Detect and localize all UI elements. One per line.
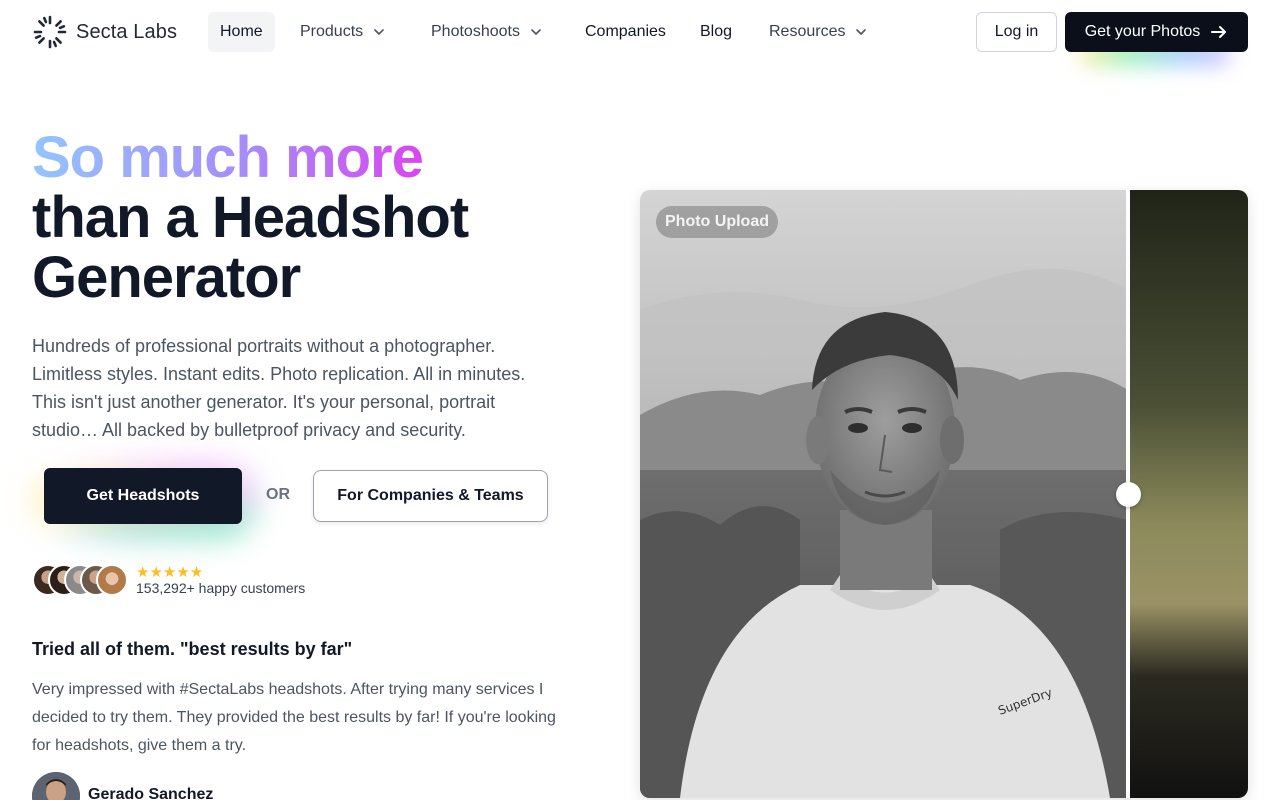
photo-upload-badge: Photo Upload: [656, 206, 778, 238]
chevron-down-icon: [856, 29, 867, 35]
generated-photo: [1130, 190, 1248, 798]
uploaded-photo: SuperDry: [640, 190, 1128, 798]
companies-teams-button[interactable]: For Companies & Teams: [313, 470, 548, 522]
nav-products-label: Products: [300, 23, 364, 40]
get-photos-label: Get your Photos: [1084, 23, 1201, 40]
spinner-logo-icon: [33, 15, 67, 49]
testimonial-author: Gerado Sanchez: [88, 786, 214, 800]
hero-title-line2: than a Headshot: [32, 185, 469, 250]
nav-resources[interactable]: Resources: [757, 12, 879, 52]
chevron-down-icon: [531, 29, 541, 35]
author-portrait-icon: [32, 772, 80, 800]
nav-products[interactable]: Products: [288, 12, 397, 52]
brand-logo[interactable]: Secta Labs: [32, 14, 177, 50]
login-button[interactable]: Log in: [976, 12, 1057, 52]
testimonial-title: Tried all of them. "best results by far": [32, 639, 353, 659]
top-nav: Secta Labs Home Products Photoshoots Com…: [0, 0, 1280, 66]
get-photos-button[interactable]: Get your Photos: [1065, 12, 1248, 52]
author-avatar: [32, 772, 80, 800]
or-separator: OR: [266, 486, 290, 503]
nav-companies-label: Companies: [585, 23, 666, 40]
nav-resources-label: Resources: [769, 23, 846, 40]
nav-photoshoots-label: Photoshoots: [431, 23, 520, 40]
comparison-slider-handle[interactable]: [1116, 482, 1141, 507]
avatar: [96, 564, 128, 596]
testimonial-body: Very impressed with #SectaLabs headshots…: [32, 681, 556, 754]
hero-title-gradient: So much more: [32, 125, 424, 190]
nav-home-label: Home: [220, 23, 263, 40]
nav-blog-label: Blog: [700, 23, 733, 40]
nav-home[interactable]: Home: [208, 12, 275, 52]
brand-name: Secta Labs: [76, 20, 178, 43]
rating-stars: ★★★★★: [136, 564, 204, 581]
nav-companies[interactable]: Companies: [573, 12, 678, 52]
arrow-right-icon: [1211, 26, 1227, 38]
hero-title-line3: Generator: [32, 245, 301, 310]
hero-title: So much more than a Headshot Generator: [32, 125, 469, 310]
hero-subtitle: Hundreds of professional portraits witho…: [32, 336, 526, 440]
get-headshots-button[interactable]: Get Headshots: [44, 468, 242, 524]
before-after-comparison[interactable]: SuperDry Photo Upload: [640, 190, 1248, 798]
chevron-down-icon: [374, 29, 384, 35]
nav-photoshoots[interactable]: Photoshoots: [419, 12, 554, 52]
customer-count: 153,292+ happy customers: [136, 580, 306, 596]
nav-blog[interactable]: Blog: [688, 12, 744, 52]
